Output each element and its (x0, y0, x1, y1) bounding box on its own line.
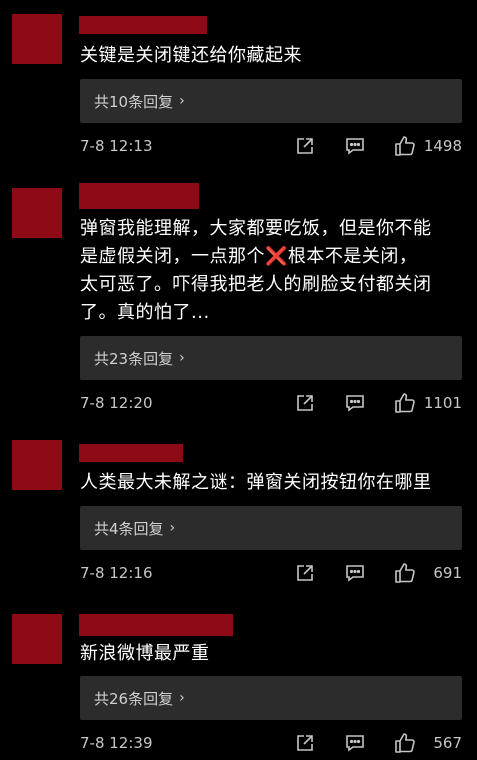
thumbs-up-icon[interactable] (394, 732, 416, 754)
username-redacted[interactable] (79, 183, 199, 209)
view-replies-button[interactable]: 共10条回复 › (80, 79, 462, 123)
comment-time: 7-8 12:16 (80, 564, 153, 582)
avatar[interactable] (12, 14, 62, 64)
chevron-right-icon: › (169, 520, 176, 536)
comment-icon[interactable] (344, 562, 366, 584)
username-redacted[interactable] (79, 444, 183, 462)
comment-time: 7-8 12:13 (80, 137, 153, 155)
chevron-right-icon: › (179, 690, 185, 706)
avatar[interactable] (12, 440, 62, 490)
replies-label: 共23条回复 (94, 349, 174, 368)
share-icon[interactable] (294, 392, 316, 414)
like-count: 691 (433, 564, 462, 582)
comment-time: 7-8 12:20 (80, 394, 153, 412)
username-redacted[interactable] (79, 16, 207, 34)
comment-time: 7-8 12:39 (80, 734, 153, 752)
comment-text: 弹窗我能理解，大家都要吃饭，但是你不能 是虚假关闭，一点那个❌根本不是关闭， 太… (80, 218, 432, 323)
comment-icon[interactable] (344, 732, 366, 754)
like-count: 1101 (423, 394, 462, 412)
comment-meta: 7-8 12:16 691 (80, 561, 462, 585)
view-replies-button[interactable]: 共4条回复 › (80, 506, 462, 550)
share-icon[interactable] (294, 562, 316, 584)
thumbs-up-icon[interactable] (394, 135, 416, 157)
comment-meta: 7-8 12:20 1101 (80, 391, 462, 415)
share-icon[interactable] (294, 732, 316, 754)
view-replies-button[interactable]: 共23条回复 › (80, 336, 462, 380)
replies-label: 共10条回复 (94, 92, 174, 111)
view-replies-button[interactable]: 共26条回复 › (80, 676, 462, 720)
comment-icon[interactable] (344, 392, 366, 414)
comment-text: 关键是关闭键还给你藏起来 (80, 45, 302, 66)
avatar[interactable] (12, 188, 62, 238)
share-icon[interactable] (294, 135, 316, 157)
chevron-right-icon: › (179, 350, 185, 366)
comment-text: 新浪微博最严重 (80, 643, 210, 664)
avatar[interactable] (12, 614, 62, 664)
comment-meta: 7-8 12:39 567 (80, 731, 462, 755)
comment-text: 人类最大未解之谜：弹窗关闭按钮你在哪里 (80, 472, 432, 493)
chevron-right-icon: › (179, 93, 185, 109)
comment-meta: 7-8 12:13 1498 (80, 134, 462, 158)
thumbs-up-icon[interactable] (394, 562, 416, 584)
like-count: 1498 (423, 137, 462, 155)
replies-label: 共4条回复 (94, 519, 164, 538)
like-count: 567 (433, 734, 462, 752)
username-redacted[interactable] (79, 614, 233, 636)
thumbs-up-icon[interactable] (394, 392, 416, 414)
replies-label: 共26条回复 (94, 689, 174, 708)
comment-icon[interactable] (344, 135, 366, 157)
